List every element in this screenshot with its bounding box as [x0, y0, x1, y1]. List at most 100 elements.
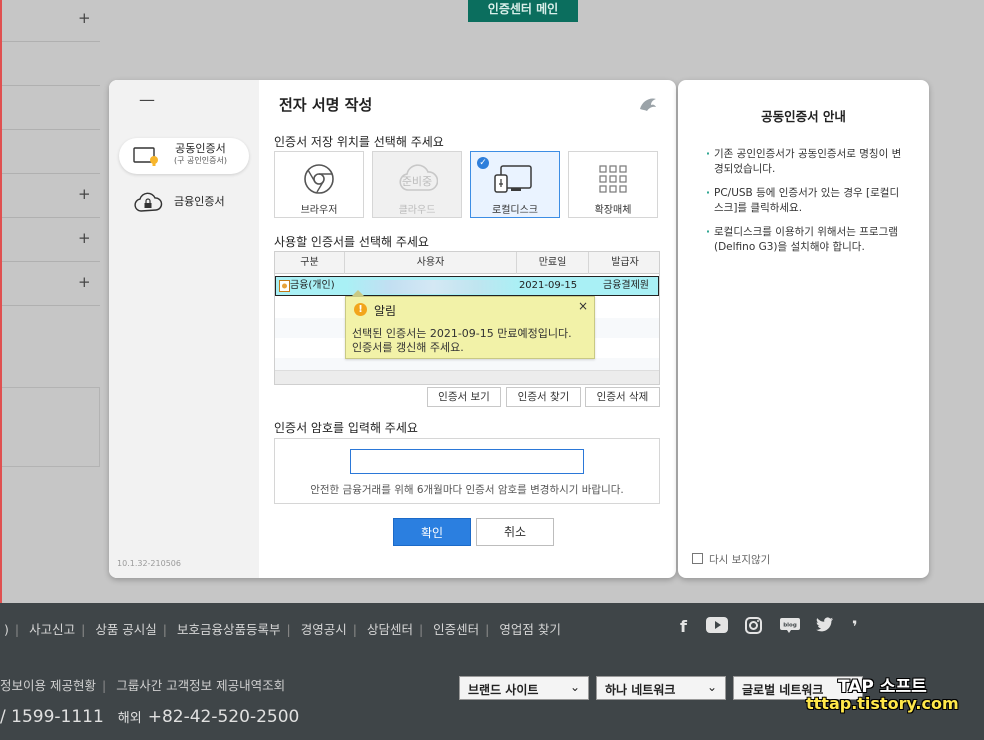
alert-title: 알림 — [374, 304, 397, 318]
location-cloud: 준비중 클라우드 — [372, 151, 462, 218]
location-label: 브라우저 — [300, 205, 338, 216]
confirm-button[interactable]: 확인 — [393, 518, 471, 546]
minimize-icon[interactable]: — — [139, 90, 155, 109]
instagram-icon[interactable] — [745, 617, 762, 638]
certificate-center-main-tab[interactable]: 인증센터 메인 — [468, 0, 578, 22]
location-label: 클라우드 — [398, 205, 436, 216]
chevron-down-icon: ⌄ — [569, 680, 580, 694]
location-prompt: 인증서 저장 위치를 선택해 주세요 — [274, 135, 444, 149]
alert-line: 인증서를 갱신해 주세요. — [352, 341, 464, 354]
footer-link[interactable]: 상품 공시실 — [95, 622, 156, 637]
coming-soon-badge: 준비중 — [401, 175, 433, 188]
find-certificate-button[interactable]: 인증서 찾기 — [506, 387, 581, 407]
table-header: 구분 사용자 만료일 발급자 — [275, 252, 659, 274]
nav-label: 금융인증서 — [174, 195, 225, 208]
certificate-icon — [133, 146, 161, 166]
empty-row — [275, 358, 659, 370]
cert-user — [346, 277, 518, 297]
location-local-disk[interactable]: ✓ 로컬디스크 — [470, 151, 560, 218]
dialog-sidebar: — 공동인증서 (구 공인인증서) 금융인증서 10.1.32-210506 — [109, 80, 259, 578]
certificate-icon — [278, 277, 290, 297]
side-divider — [2, 173, 100, 174]
alert-message: 선택된 인증서는 2021-09-15 만료예정입니다. 인증서를 갱신해 주세… — [352, 327, 572, 355]
select-label: 하나 네트워크 — [605, 683, 676, 697]
footer-link[interactable]: 영업점 찾기 — [499, 622, 560, 637]
nav-label: 공동인증서 (구 공인인증서) — [174, 143, 227, 167]
select-label: 브랜드 사이트 — [468, 683, 539, 697]
cert-type: 금융(개인) — [290, 280, 335, 291]
youtube-icon[interactable] — [706, 617, 728, 637]
footer-info-link[interactable]: 그룹사간 고객정보 제공내역조회 — [116, 678, 285, 693]
twitter-icon[interactable] — [816, 617, 834, 636]
footer-link[interactable]: 상담센터 — [367, 622, 413, 637]
horizontal-scrollbar[interactable] — [275, 370, 659, 384]
footer-link[interactable]: 경영공시 — [301, 622, 347, 637]
footer-link[interactable]: 사고신고 — [29, 622, 75, 637]
facebook-icon[interactable]: f — [680, 617, 687, 636]
info-item: 기존 공인인증서가 공동인증서로 명칭이 변경되었습니다. — [706, 147, 906, 177]
nav-joint-certificate[interactable]: 공동인증서 (구 공인인증서) — [119, 138, 249, 174]
post-icon[interactable]: ❜ — [852, 617, 858, 636]
column-header: 만료일 — [517, 252, 589, 274]
nav-financial-certificate[interactable]: 금융인증서 — [119, 184, 249, 220]
dialog-content: 전자 서명 작성 인증서 저장 위치를 선택해 주세요 브라우저 준비중 클라우… — [259, 80, 676, 578]
footer-links: ) | 사고신고 | 상품 공시실 | 보호금융상품등록부 | 경영공시 | 상담센터 | … — [4, 622, 561, 637]
table-row[interactable]: 금융(개인) 2021-09-15 금융결제원 — [275, 276, 659, 296]
view-certificate-button[interactable]: 인증서 보기 — [427, 387, 501, 407]
certificate-info-panel: 공동인증서 안내 기존 공인인증서가 공동인증서로 명칭이 변경되었습니다. P… — [678, 80, 929, 578]
version-label: 10.1.32-210506 — [117, 559, 181, 568]
info-item: PC/USB 등에 인증서가 있는 경우 [로컬디스크]를 클릭하세요. — [706, 186, 906, 216]
info-title: 공동인증서 안내 — [761, 109, 846, 124]
expand-plus-icon[interactable]: + — [78, 229, 91, 247]
password-input[interactable] — [350, 449, 584, 474]
cancel-button[interactable]: 취소 — [476, 518, 554, 546]
hana-network-select[interactable]: 하나 네트워크 ⌄ — [596, 676, 726, 700]
footer-link[interactable]: 인증센터 — [433, 622, 479, 637]
expand-plus-icon[interactable]: + — [78, 9, 91, 27]
footer-phone: / 1599-1111 해외 +82-42-520-2500 — [0, 707, 299, 727]
checkmark-icon: ✓ — [477, 157, 489, 169]
browser-icon — [304, 164, 334, 194]
location-label: 로컬디스크 — [492, 205, 538, 216]
nav-label-main: 공동인증서 — [175, 142, 226, 155]
chevron-down-icon: ⌄ — [706, 680, 717, 694]
warning-icon: ! — [354, 303, 367, 316]
footer-link-fragment: ) — [4, 622, 9, 637]
expand-plus-icon[interactable]: + — [78, 185, 91, 203]
side-divider — [2, 129, 100, 130]
info-item: 로컬디스크를 이용하기 위해서는 프로그램(Delfino G3)을 설치해야 … — [706, 225, 906, 255]
side-divider — [2, 217, 100, 218]
side-divider — [2, 261, 100, 262]
alert-line: 선택된 인증서는 2021-09-15 만료예정입니다. — [352, 327, 572, 340]
overseas-phone: +82-42-520-2500 — [147, 707, 300, 727]
e-signature-dialog: — 공동인증서 (구 공인인증서) 금융인증서 10.1.32-210506 전자… — [109, 80, 676, 578]
delfino-logo-icon — [637, 94, 661, 118]
location-browser[interactable]: 브라우저 — [274, 151, 364, 218]
watermark-url: tttap.tistory.com — [806, 694, 959, 713]
site-footer: ) | 사고신고 | 상품 공시실 | 보호금융상품등록부 | 경영공시 | 상담센터 | … — [0, 603, 984, 740]
cloud-lock-icon — [133, 192, 163, 212]
cert-expiry: 2021-09-15 — [518, 280, 578, 291]
dont-show-again[interactable]: 다시 보지않기 — [692, 552, 770, 567]
dont-show-label: 다시 보지않기 — [709, 554, 771, 566]
side-panel-box — [2, 387, 100, 467]
close-icon[interactable]: × — [578, 299, 588, 313]
dialog-title: 전자 서명 작성 — [279, 96, 373, 114]
footer-info-link[interactable]: 정보이용 제공현황 — [0, 678, 96, 693]
certificate-prompt: 사용할 인증서를 선택해 주세요 — [274, 235, 429, 249]
delete-certificate-button[interactable]: 인증서 삭제 — [585, 387, 660, 407]
column-header: 발급자 — [611, 257, 639, 268]
footer-link[interactable]: 보호금융상품등록부 — [177, 622, 281, 637]
side-divider — [2, 41, 100, 42]
location-extended-media[interactable]: 확장매체 — [568, 151, 658, 218]
grid-icon — [599, 165, 627, 193]
expiry-alert-tooltip: ! 알림 × 선택된 인증서는 2021-09-15 만료예정입니다. 인증서를… — [345, 290, 595, 359]
blog-icon[interactable]: blog — [779, 617, 801, 637]
checkbox[interactable] — [692, 553, 703, 564]
footer-info: 정보이용 제공현황 | 그룹사간 고객정보 제공내역조회 — [0, 678, 286, 693]
brand-site-select[interactable]: 브랜드 사이트 ⌄ — [459, 676, 589, 700]
domestic-phone: / 1599-1111 — [0, 707, 104, 727]
password-prompt: 인증서 암호를 입력해 주세요 — [274, 421, 418, 435]
expand-plus-icon[interactable]: + — [78, 273, 91, 291]
side-divider — [2, 85, 100, 86]
